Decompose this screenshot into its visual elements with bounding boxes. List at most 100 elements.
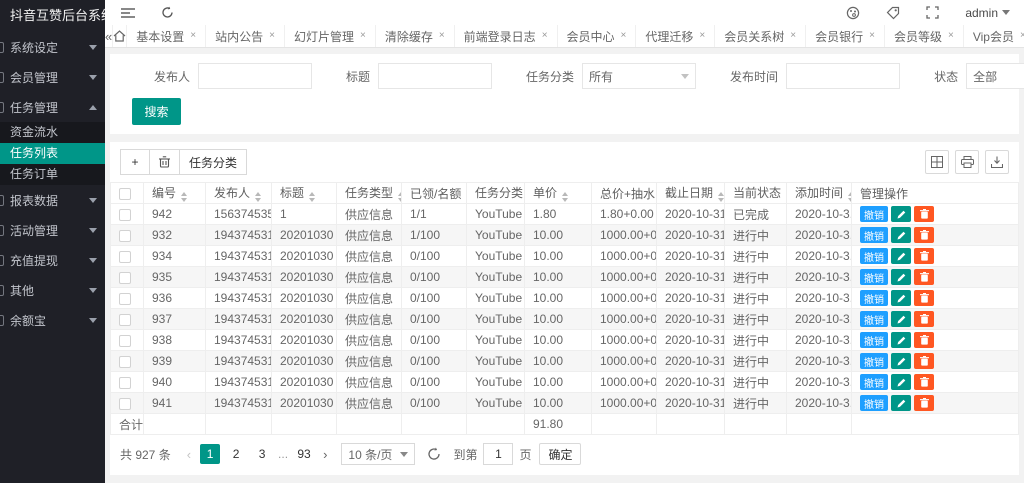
page-button-3[interactable]: 3: [252, 444, 272, 464]
column-header-发布人[interactable]: 发布人: [206, 183, 272, 204]
delete-button[interactable]: [149, 149, 180, 175]
sidebar-item-余额宝[interactable]: 余额宝: [0, 305, 105, 335]
tab-清除缓存[interactable]: 清除缓存×: [376, 25, 455, 47]
edit-button[interactable]: [891, 353, 911, 369]
column-header-添加时间[interactable]: 添加时间: [787, 183, 852, 204]
sidebar-item-会员管理[interactable]: 会员管理: [0, 62, 105, 92]
edit-button[interactable]: [891, 227, 911, 243]
confirm-button[interactable]: 确定: [539, 443, 581, 465]
delete-row-button[interactable]: [914, 248, 934, 264]
tab-close-icon[interactable]: ×: [790, 31, 796, 41]
column-header-任务类型[interactable]: 任务类型: [337, 183, 402, 204]
tab-close-icon[interactable]: ×: [439, 31, 445, 41]
row-checkbox[interactable]: [119, 356, 131, 368]
column-header-任务分类[interactable]: 任务分类: [467, 183, 525, 204]
edit-button[interactable]: [891, 290, 911, 306]
task-category-button[interactable]: 任务分类: [179, 149, 247, 175]
column-header-编号[interactable]: 编号: [144, 183, 206, 204]
tab-close-icon[interactable]: ×: [190, 31, 196, 41]
publish-time-input[interactable]: [786, 63, 900, 89]
revoke-button[interactable]: 撤销: [860, 206, 888, 222]
delete-row-button[interactable]: [914, 353, 934, 369]
column-header-当前状态[interactable]: 当前状态: [725, 183, 787, 204]
delete-row-button[interactable]: [914, 332, 934, 348]
sort-icon[interactable]: [309, 192, 315, 202]
sort-icon[interactable]: [718, 192, 724, 202]
edit-button[interactable]: [891, 206, 911, 222]
theme-icon[interactable]: [846, 6, 860, 20]
tab-close-icon[interactable]: ×: [542, 31, 548, 41]
tab-close-icon[interactable]: ×: [269, 31, 275, 41]
delete-row-button[interactable]: [914, 290, 934, 306]
publisher-input[interactable]: [198, 63, 312, 89]
revoke-button[interactable]: 撤销: [860, 248, 888, 264]
sidebar-item-充值提现[interactable]: 充值提现: [0, 245, 105, 275]
tabs-collapse-button[interactable]: «: [105, 25, 113, 47]
tag-icon[interactable]: [886, 6, 900, 20]
filter-columns-icon[interactable]: [925, 150, 949, 174]
page-button-1[interactable]: 1: [200, 444, 220, 464]
sidebar-item-活动管理[interactable]: 活动管理: [0, 215, 105, 245]
goto-page-input[interactable]: [483, 443, 513, 465]
sidebar-subitem-任务列表[interactable]: 任务列表: [0, 143, 105, 164]
select-all-checkbox[interactable]: [119, 188, 131, 200]
sidebar-item-其他[interactable]: 其他: [0, 275, 105, 305]
row-checkbox[interactable]: [119, 335, 131, 347]
delete-row-button[interactable]: [914, 227, 934, 243]
tab-home[interactable]: [113, 25, 127, 47]
sort-icon[interactable]: [181, 192, 187, 202]
column-header-标题[interactable]: 标题: [272, 183, 337, 204]
tab-会员银行[interactable]: 会员银行×: [806, 25, 885, 47]
row-checkbox[interactable]: [119, 398, 131, 410]
sidebar-subitem-资金流水[interactable]: 资金流水: [0, 122, 105, 143]
category-select[interactable]: 所有: [582, 63, 696, 89]
delete-row-button[interactable]: [914, 395, 934, 411]
prev-page-button[interactable]: ‹: [181, 447, 197, 462]
revoke-button[interactable]: 撤销: [860, 332, 888, 348]
page-button-2[interactable]: 2: [226, 444, 246, 464]
tab-close-icon[interactable]: ×: [360, 31, 366, 41]
add-button[interactable]: +: [120, 149, 150, 175]
column-header-截止日期[interactable]: 截止日期: [657, 183, 725, 204]
edit-button[interactable]: [891, 374, 911, 390]
sort-icon[interactable]: [255, 192, 261, 202]
tab-close-icon[interactable]: ×: [869, 31, 875, 41]
tab-代理迁移[interactable]: 代理迁移×: [636, 25, 715, 47]
menu-collapse-icon[interactable]: [121, 7, 135, 19]
sidebar-item-系统设定[interactable]: 系统设定: [0, 32, 105, 62]
sort-icon[interactable]: [848, 192, 851, 202]
tab-会员等级[interactable]: 会员等级×: [885, 25, 964, 47]
delete-row-button[interactable]: [914, 311, 934, 327]
tab-Vip会员[interactable]: Vip会员×: [964, 25, 1024, 47]
sort-icon[interactable]: [562, 192, 568, 202]
revoke-button[interactable]: 撤销: [860, 374, 888, 390]
edit-button[interactable]: [891, 311, 911, 327]
row-checkbox[interactable]: [119, 377, 131, 389]
revoke-button[interactable]: 撤销: [860, 395, 888, 411]
delete-row-button[interactable]: [914, 206, 934, 222]
tab-基本设置[interactable]: 基本设置×: [127, 25, 206, 47]
tab-会员关系树[interactable]: 会员关系树×: [715, 25, 806, 47]
tab-站内公告[interactable]: 站内公告×: [206, 25, 285, 47]
next-page-button[interactable]: ›: [317, 447, 333, 462]
print-icon[interactable]: [955, 150, 979, 174]
delete-row-button[interactable]: [914, 269, 934, 285]
row-checkbox[interactable]: [119, 230, 131, 242]
tab-close-icon[interactable]: ×: [699, 31, 705, 41]
fullscreen-icon[interactable]: [926, 6, 939, 19]
tab-会员中心[interactable]: 会员中心×: [558, 25, 637, 47]
title-input[interactable]: [378, 63, 492, 89]
edit-button[interactable]: [891, 248, 911, 264]
revoke-button[interactable]: 撤销: [860, 290, 888, 306]
refresh-icon[interactable]: [161, 6, 174, 19]
tab-前端登录日志[interactable]: 前端登录日志×: [455, 25, 558, 47]
row-checkbox[interactable]: [119, 272, 131, 284]
tab-close-icon[interactable]: ×: [1020, 31, 1024, 41]
tab-close-icon[interactable]: ×: [621, 31, 627, 41]
sidebar-item-任务管理[interactable]: 任务管理: [0, 92, 105, 122]
edit-button[interactable]: [891, 395, 911, 411]
revoke-button[interactable]: 撤销: [860, 311, 888, 327]
edit-button[interactable]: [891, 332, 911, 348]
export-icon[interactable]: [985, 150, 1009, 174]
edit-button[interactable]: [891, 269, 911, 285]
